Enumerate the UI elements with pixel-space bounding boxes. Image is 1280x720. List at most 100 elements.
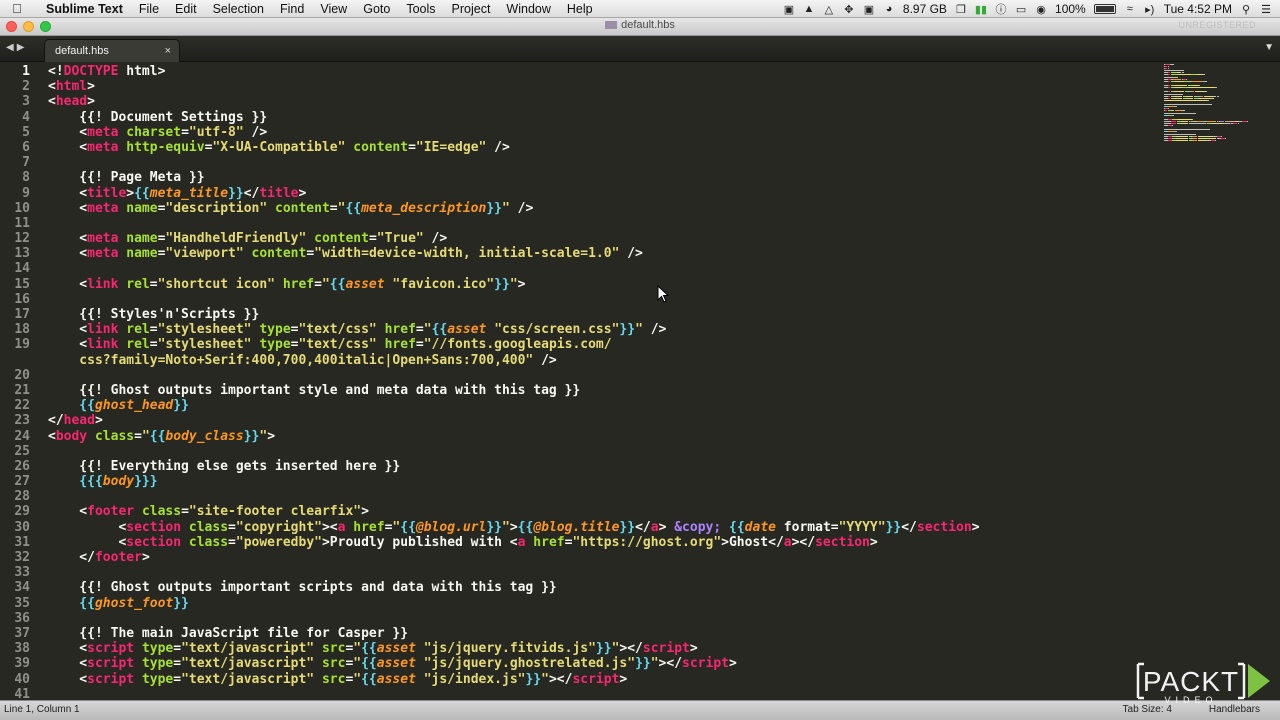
- code-line[interactable]: {{! Page Meta }}: [48, 170, 1150, 185]
- memory-readout[interactable]: 8.97 GB: [903, 2, 947, 16]
- battery-icon[interactable]: [1093, 4, 1116, 14]
- move-icon[interactable]: ✥: [843, 3, 855, 16]
- token-plain: <: [48, 504, 88, 520]
- menu-goto[interactable]: Goto: [355, 0, 398, 18]
- wifi-icon[interactable]: ≈: [1124, 3, 1136, 15]
- code-line[interactable]: [48, 611, 1150, 626]
- menu-file[interactable]: File: [131, 0, 167, 18]
- close-icon[interactable]: ×: [165, 40, 171, 62]
- token-plain: <: [48, 231, 88, 247]
- battery-percent[interactable]: 100%: [1055, 2, 1086, 16]
- camera-icon[interactable]: ▣: [783, 3, 795, 16]
- code-line[interactable]: <meta http-equiv = "X-UA-Compatible" conte…: [48, 140, 1150, 155]
- list-icon[interactable]: ☰: [1260, 3, 1272, 16]
- tab-nav-arrows-icon[interactable]: ◀▶: [6, 42, 27, 53]
- code-line[interactable]: </footer>: [48, 550, 1150, 565]
- display-icon[interactable]: ▭: [1015, 3, 1027, 16]
- token-tag: title: [259, 185, 299, 201]
- minimap-stroke: [1167, 65, 1169, 67]
- chevron-down-icon[interactable]: ▼: [1264, 42, 1274, 53]
- code-line[interactable]: <section class="copyright"><a href="{{@b…: [48, 520, 1150, 535]
- menu-selection[interactable]: Selection: [205, 0, 272, 18]
- code-line[interactable]: [48, 155, 1150, 170]
- code-line[interactable]: <link rel="stylesheet" type="text/css" h…: [48, 337, 1150, 352]
- user-icon[interactable]: ◉: [1035, 3, 1047, 16]
- menu-window[interactable]: Window: [498, 0, 558, 18]
- code-line[interactable]: css?family=Noto+Serif:400,700,400italic|…: [48, 353, 1150, 368]
- code-line[interactable]: <meta charset="utf-8" />: [48, 125, 1150, 140]
- code-line[interactable]: <link rel="shortcut icon" href="{{asset …: [48, 277, 1150, 292]
- code-line[interactable]: <script type="text/javascript" src="{{as…: [48, 672, 1150, 687]
- code-line[interactable]: {{! Document Settings }}: [48, 110, 1150, 125]
- token-handlebars: {{: [48, 595, 95, 611]
- code-line[interactable]: {{ghost_head}}: [48, 398, 1150, 413]
- code-line[interactable]: <!DOCTYPE html>: [48, 64, 1150, 79]
- volume-icon[interactable]: ▸): [1144, 3, 1156, 16]
- menu-find[interactable]: Find: [272, 0, 312, 18]
- token-string: css?family=Noto+Serif:400,700,400italic|…: [48, 352, 534, 368]
- tab-default-hbs[interactable]: default.hbs ×: [44, 39, 180, 62]
- code-line[interactable]: <body class="{{body_class}}">: [48, 429, 1150, 444]
- menu-edit[interactable]: Edit: [167, 0, 205, 18]
- code-line[interactable]: <footer class="site-footer clearfix">: [48, 504, 1150, 519]
- code-line[interactable]: <script type="text/javascript" src="{{as…: [48, 656, 1150, 671]
- clock[interactable]: Tue 4:52 PM: [1164, 2, 1232, 16]
- code-line[interactable]: </head>: [48, 413, 1150, 428]
- code-line[interactable]: {{! Ghost outputs important style and me…: [48, 383, 1150, 398]
- cpu-meter-icon[interactable]: ▮▮: [975, 3, 987, 16]
- code-line[interactable]: [48, 292, 1150, 307]
- windows-icon[interactable]: ❐: [955, 3, 967, 16]
- info-icon[interactable]: ⓘ: [995, 1, 1007, 17]
- code-line[interactable]: [48, 261, 1150, 276]
- search-icon[interactable]: ⚲: [1240, 3, 1252, 16]
- code-editor[interactable]: 1 2 3 4 5 6 7 8 9 10 11 12 13 14 15 16 17 18 19 20 21 22 23 24 2…: [0, 62, 1280, 700]
- minimap-stroke: [1164, 121, 1171, 122]
- minimap-stroke: [1167, 96, 1171, 98]
- token-plain: {{! Document Settings }}: [48, 109, 268, 125]
- code-line[interactable]: {{! Styles'n'Scripts }}: [48, 307, 1150, 322]
- drive-icon[interactable]: △: [823, 3, 835, 16]
- code-line[interactable]: [48, 687, 1150, 700]
- code-line[interactable]: <link rel="stylesheet" type="text/css" h…: [48, 322, 1150, 337]
- menu-view[interactable]: View: [312, 0, 355, 18]
- code-line[interactable]: {{! Everything else gets inserted here }…: [48, 459, 1150, 474]
- code-line[interactable]: [48, 489, 1150, 504]
- code-line[interactable]: <title>{{meta_title}}</title>: [48, 186, 1150, 201]
- code-line[interactable]: <html>: [48, 79, 1150, 94]
- code-line[interactable]: {{! The main JavaScript file for Casper …: [48, 626, 1150, 641]
- code-line[interactable]: [48, 216, 1150, 231]
- code-line[interactable]: [48, 368, 1150, 383]
- code-line[interactable]: <meta name="viewport" content="width=dev…: [48, 246, 1150, 261]
- menu-app-name[interactable]: Sublime Text: [34, 0, 131, 18]
- token-string: "text/css": [298, 322, 377, 338]
- code-area[interactable]: <!DOCTYPE html> <html> <head> {{! Document…: [48, 62, 1150, 700]
- code-line[interactable]: [48, 565, 1150, 580]
- code-line[interactable]: <head>: [48, 94, 1150, 109]
- minimap-stroke: [1217, 96, 1220, 98]
- token-plain: <: [48, 124, 88, 140]
- token-plain: >: [361, 504, 369, 520]
- code-line[interactable]: <meta name="description" content="{{meta…: [48, 201, 1150, 216]
- code-line[interactable]: <section class="poweredby">Proudly publi…: [48, 535, 1150, 550]
- code-line[interactable]: [48, 444, 1150, 459]
- apple-icon[interactable]: : [0, 1, 34, 16]
- token-string: "js/jquery.ghostrelated.js": [423, 656, 636, 672]
- token-plain: <: [48, 322, 88, 338]
- menu-project[interactable]: Project: [444, 0, 499, 18]
- code-line[interactable]: {{! Ghost outputs important scripts and …: [48, 580, 1150, 595]
- bell-icon[interactable]: ▲: [803, 3, 815, 15]
- token-plain: >: [298, 185, 307, 201]
- dollar-icon[interactable]: ▣: [863, 3, 875, 16]
- code-line[interactable]: <script type="text/javascript" src="{{as…: [48, 641, 1150, 656]
- memory-icon[interactable]: ◕: [883, 3, 895, 15]
- menu-tools[interactable]: Tools: [398, 0, 443, 18]
- minimap-stroke: [1164, 109, 1168, 111]
- code-line[interactable]: {{ghost_foot}}: [48, 596, 1150, 611]
- menu-help[interactable]: Help: [559, 0, 601, 18]
- minimap[interactable]: [1162, 64, 1280, 144]
- code-line[interactable]: {{{body}}}: [48, 474, 1150, 489]
- code-line[interactable]: <meta name="HandheldFriendly" content="T…: [48, 231, 1150, 246]
- token-tag: footer: [87, 504, 135, 520]
